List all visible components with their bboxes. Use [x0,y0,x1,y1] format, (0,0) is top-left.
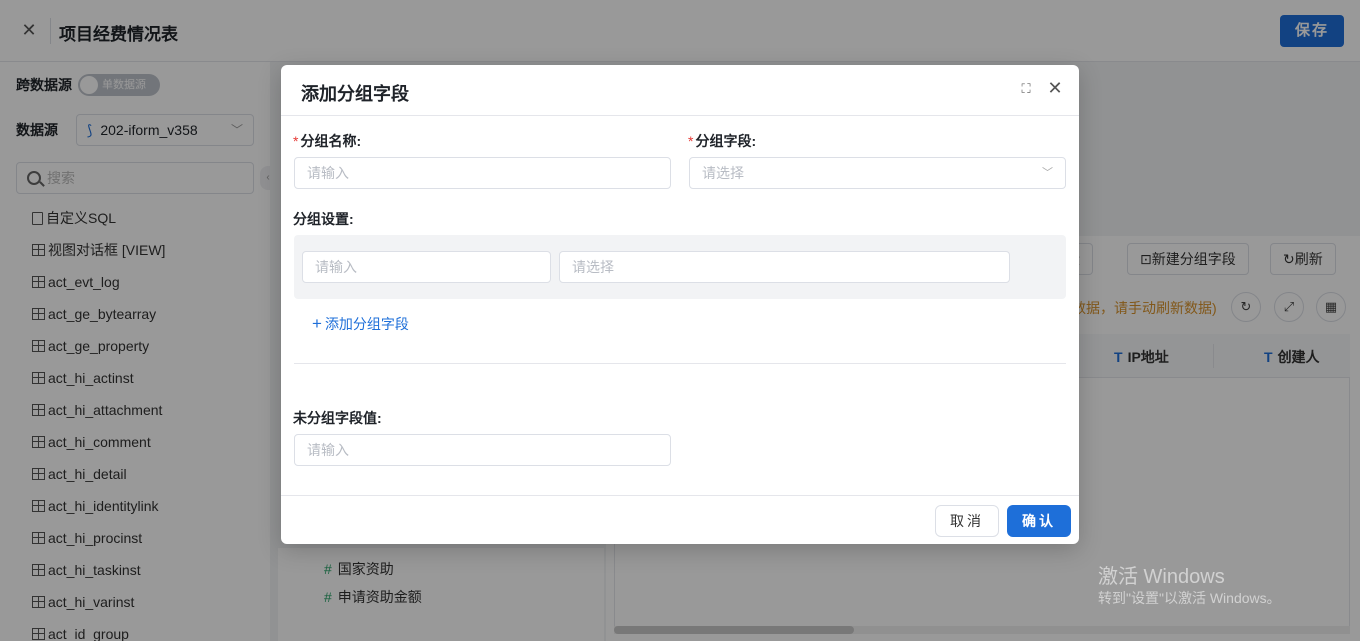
dialog-header: 添加分组字段 ⛶ ✕ [281,65,1079,116]
group-field-placeholder: 请选择 [702,165,744,181]
add-group-field-dialog: 添加分组字段 ⛶ ✕ * 分组名称: 请输入 * 分组字段: 请选择 ﹀ 分组设置: … [281,65,1079,544]
group-field-label: * 分组字段: [688,131,756,151]
group-field-select[interactable]: 请选择 ﹀ [689,157,1066,189]
group-settings-label: 分组设置: [293,211,354,227]
plus-icon: + [312,314,322,333]
ungrouped-value-input[interactable]: 请输入 [294,434,671,466]
watermark-subtitle: 转到"设置"以激活 Windows。 [1098,590,1281,606]
setting-value-select[interactable]: 请选择 [559,251,1010,283]
add-group-field-link[interactable]: + 添加分组字段 [312,314,409,334]
group-field-label-text: 分组字段: [695,133,757,149]
ungrouped-label: 未分组字段值: [293,410,382,426]
ungrouped-placeholder: 请输入 [307,442,349,458]
confirm-button[interactable]: 确认 [1007,505,1071,537]
group-name-placeholder: 请输入 [307,165,349,181]
divider [294,363,1066,364]
required-mark: * [688,133,694,149]
watermark-title: 激活 Windows [1098,566,1225,588]
group-name-label-text: 分组名称: [300,133,362,149]
chevron-down-icon: ﹀ [1042,167,1053,179]
add-group-field-label: 添加分组字段 [324,316,409,332]
required-mark: * [293,133,299,149]
setting-name-placeholder: 请输入 [315,259,357,275]
group-name-input[interactable]: 请输入 [294,157,671,189]
group-name-label: * 分组名称: [293,131,361,151]
maximize-icon[interactable]: ⛶ [1018,81,1034,97]
close-icon[interactable]: ✕ [1045,78,1065,98]
cancel-button[interactable]: 取消 [935,505,999,537]
dialog-title: 添加分组字段 [301,84,409,104]
dialog-footer: 取消 确认 [281,495,1079,544]
setting-name-input[interactable]: 请输入 [302,251,551,283]
setting-value-placeholder: 请选择 [572,259,614,275]
